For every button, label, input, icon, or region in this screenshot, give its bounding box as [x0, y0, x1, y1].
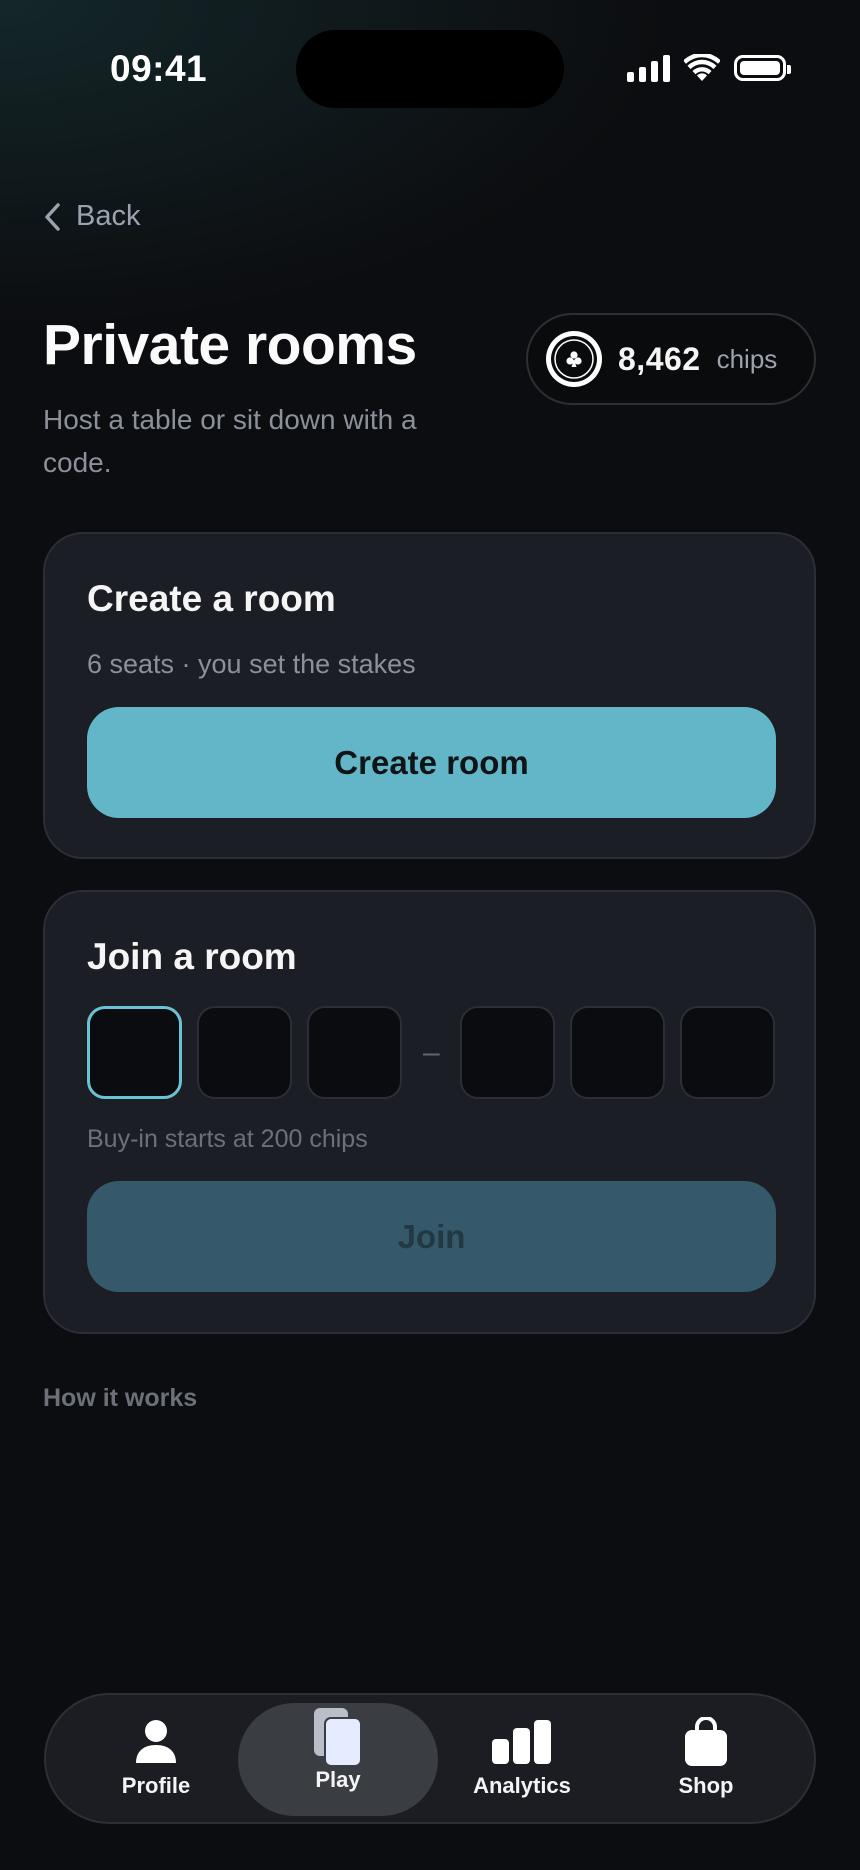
- tab-profile[interactable]: Profile: [56, 1703, 256, 1816]
- tab-analytics-label: Analytics: [473, 1773, 571, 1798]
- join-button[interactable]: Join: [87, 1181, 776, 1292]
- join-room-title: Join a room: [87, 936, 297, 977]
- cellular-signal-icon: [627, 54, 670, 82]
- create-room-description: 6 seats · you set the stakes: [87, 649, 416, 679]
- bottom-tab-bar: Profile Play Analytics Shop: [44, 1693, 816, 1824]
- buy-in-hint: Buy-in starts at 200 chips: [87, 1125, 368, 1153]
- back-label: Back: [76, 200, 141, 232]
- status-time: 09:41: [110, 48, 208, 89]
- tab-play-label: Play: [315, 1767, 361, 1792]
- cards-icon: [314, 1708, 362, 1767]
- person-icon: [136, 1720, 176, 1763]
- poker-chip-icon: [546, 331, 602, 387]
- code-digit-2[interactable]: [197, 1006, 292, 1099]
- battery-icon: [734, 55, 791, 81]
- code-digit-4[interactable]: [460, 1006, 555, 1099]
- code-digit-6[interactable]: [680, 1006, 775, 1099]
- chevron-left-icon: [45, 202, 60, 231]
- bar-chart-icon: [492, 1720, 551, 1764]
- create-room-title: Create a room: [87, 578, 336, 619]
- tab-analytics[interactable]: Analytics: [422, 1703, 622, 1816]
- status-bar: 09:41: [0, 0, 860, 140]
- code-digit-1[interactable]: [87, 1006, 182, 1099]
- join-room-card: Join a room – Buy-in starts at 200 chips…: [43, 890, 816, 1334]
- create-room-card: Create a room 6 seats · you set the stak…: [43, 532, 816, 859]
- code-digit-3[interactable]: [307, 1006, 402, 1099]
- chips-unit: chips: [716, 343, 778, 374]
- tab-shop-label: Shop: [678, 1773, 734, 1798]
- chips-amount: 8,462: [618, 340, 701, 377]
- status-icons: [627, 52, 791, 84]
- tab-play[interactable]: Play: [238, 1703, 438, 1816]
- room-code-input: –: [87, 1006, 776, 1099]
- tab-profile-label: Profile: [121, 1773, 191, 1798]
- code-separator: –: [423, 1036, 440, 1069]
- wifi-icon: [684, 54, 720, 81]
- page-title: Private rooms: [43, 313, 417, 377]
- page-subtitle: Host a table or sit down with a code.: [43, 404, 417, 478]
- chips-balance: 8,462 chips: [526, 313, 816, 405]
- shopping-bag-icon: [685, 1717, 727, 1766]
- dynamic-island: [296, 30, 564, 108]
- tab-shop[interactable]: Shop: [606, 1703, 806, 1816]
- code-digit-5[interactable]: [570, 1006, 665, 1099]
- create-room-button[interactable]: Create room: [87, 707, 776, 818]
- back-button[interactable]: Back: [42, 200, 140, 233]
- how-it-works-link[interactable]: How it works: [43, 1384, 197, 1413]
